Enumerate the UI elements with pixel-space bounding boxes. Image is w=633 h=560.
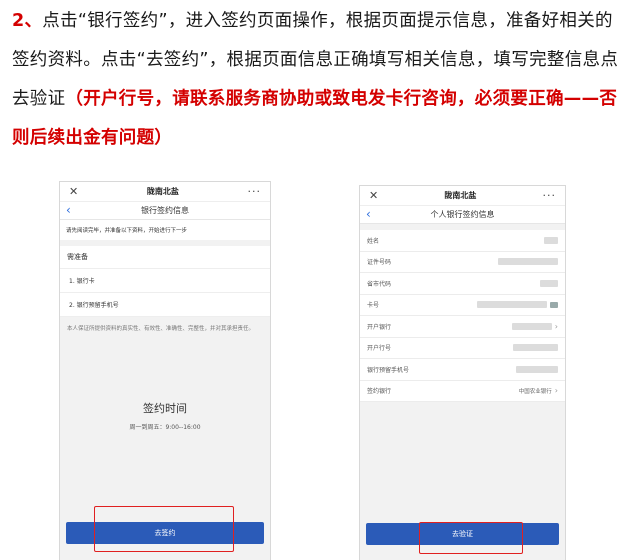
field-label: 开户银行 (367, 323, 392, 331)
notice-text: 请先阅读完毕，并准备以下资料，开始进行下一步 (60, 220, 270, 240)
requirement-item: 1. 银行卡 (60, 269, 270, 293)
chevron-right-icon: › (554, 386, 558, 396)
blurred-value (513, 344, 558, 352)
more-icon[interactable]: ··· (248, 185, 262, 198)
app-title: 陇南北盐 (146, 187, 179, 196)
field-name[interactable]: 姓名 (360, 230, 565, 252)
instruction-paragraph: 2、点击“银行签约”，进入签约页面操作，根据页面提示信息，准备好相关的签约资料。… (12, 2, 624, 158)
field-label: 姓名 (367, 237, 380, 245)
blurred-value (544, 236, 558, 244)
back-icon[interactable]: ‹ (66, 203, 71, 217)
sign-bank-value: 中国农业银行 (518, 388, 552, 395)
field-label: 证件号码 (367, 259, 392, 267)
field-card-number[interactable]: 卡号 (360, 294, 565, 316)
page-nav-bar: ‹ 个人银行签约信息 (360, 206, 565, 224)
section-title: 需准备 (60, 246, 270, 269)
camera-icon[interactable] (550, 301, 558, 308)
field-sign-bank[interactable]: 签约银行 中国农业银行 › (360, 380, 565, 402)
personal-bank-signing-screen: ✕ 陇南北盐 ··· ‹ 个人银行签约信息 姓名 证件号码 省市代码 卡号 开户… (360, 186, 565, 560)
blurred-value (516, 365, 558, 373)
blurred-value (540, 279, 558, 287)
field-label: 开户行号 (367, 345, 392, 353)
close-icon[interactable]: ✕ (69, 185, 78, 198)
highlight-box-go-verify (419, 522, 523, 554)
field-bank-code[interactable]: 开户行号 (360, 337, 565, 359)
sign-time-hours: 周一到周五：9:00--16:00 (129, 424, 201, 431)
app-title: 陇南北盐 (444, 191, 477, 200)
blurred-value (511, 322, 552, 330)
field-label: 省市代码 (367, 280, 392, 288)
warning-text: （开户行号，请联系服务商协助或致电发卡行咨询，必须要正确——否则后续出金有问题） (12, 89, 618, 148)
highlight-box-go-sign (94, 506, 234, 552)
step-number: 2、 (12, 11, 43, 31)
bank-signing-info-screen: ✕ 陇南北盐 ··· ‹ 银行签约信息 请先阅读完毕，并准备以下资料，开始进行下… (60, 182, 270, 560)
field-phone[interactable]: 银行预留手机号 (360, 359, 565, 381)
page-title: 银行签约信息 (141, 206, 189, 215)
app-top-bar: ✕ 陇南北盐 ··· (60, 182, 270, 202)
field-label: 签约银行 (367, 388, 392, 396)
field-label: 银行预留手机号 (367, 366, 410, 374)
blurred-value (477, 301, 547, 309)
sign-time-title: 签约时间 (143, 402, 187, 415)
page-title: 个人银行签约信息 (430, 210, 495, 219)
close-icon[interactable]: ✕ (369, 189, 378, 202)
chevron-right-icon: › (554, 321, 558, 331)
field-region-code[interactable]: 省市代码 (360, 273, 565, 295)
more-icon[interactable]: ··· (543, 189, 557, 202)
requirement-item: 2. 银行预留手机号 (60, 293, 270, 317)
disclaimer-text: 本人保证所提供资料的真实性、有效性、准确性、完整性，并对其承担责任。 (67, 326, 255, 332)
field-bank[interactable]: 开户银行 › (360, 316, 565, 338)
app-top-bar: ✕ 陇南北盐 ··· (360, 186, 565, 206)
field-id-number[interactable]: 证件号码 (360, 251, 565, 273)
page-nav-bar: ‹ 银行签约信息 (60, 202, 270, 220)
field-label: 卡号 (367, 302, 380, 310)
back-icon[interactable]: ‹ (366, 207, 371, 221)
blurred-value (498, 258, 558, 266)
